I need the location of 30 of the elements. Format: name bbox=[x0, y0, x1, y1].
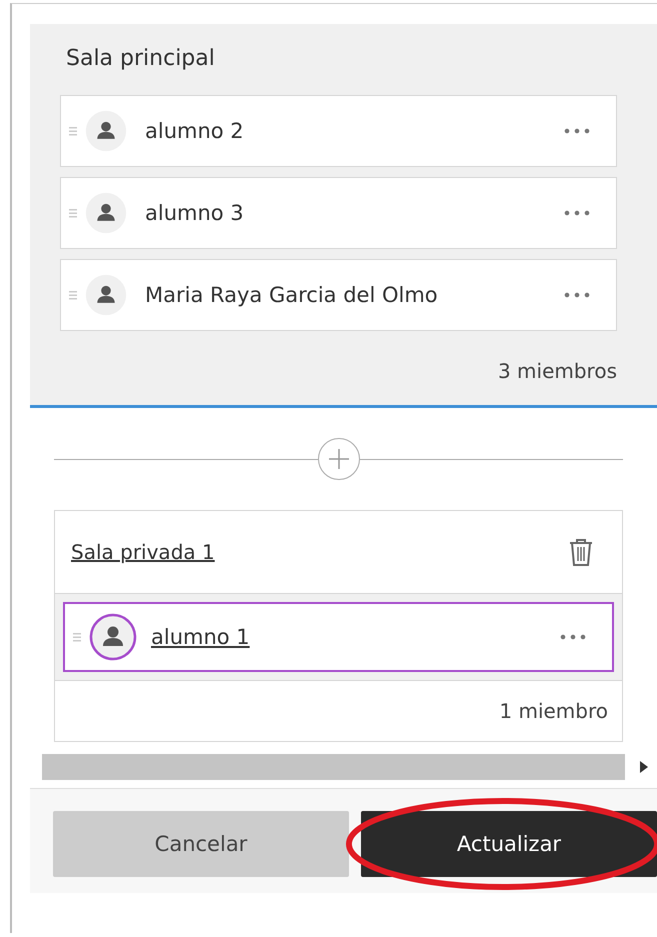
member-name: alumno 3 bbox=[145, 201, 245, 225]
add-room-button[interactable] bbox=[318, 438, 360, 480]
cancel-button[interactable]: Cancelar bbox=[53, 811, 349, 877]
avatar-icon bbox=[85, 274, 127, 316]
drag-handle-icon[interactable] bbox=[69, 208, 77, 218]
member-name: Maria Raya Garcia del Olmo bbox=[145, 283, 439, 307]
more-options-icon[interactable] bbox=[564, 128, 590, 134]
member-count: 3 miembros bbox=[498, 359, 617, 383]
member-row[interactable]: alumno 1 bbox=[63, 602, 614, 672]
avatar-icon bbox=[89, 613, 137, 661]
member-row[interactable]: Maria Raya Garcia del Olmo bbox=[60, 259, 617, 331]
drag-handle-icon[interactable] bbox=[69, 126, 77, 136]
avatar-icon bbox=[85, 110, 127, 152]
more-options-icon[interactable] bbox=[560, 634, 586, 640]
room-title: Sala principal bbox=[66, 46, 216, 71]
avatar-icon bbox=[85, 192, 127, 234]
more-options-icon[interactable] bbox=[564, 292, 590, 298]
member-row[interactable]: alumno 3 bbox=[60, 177, 617, 249]
drag-handle-icon[interactable] bbox=[73, 632, 81, 642]
member-count: 1 miembro bbox=[499, 699, 608, 723]
drag-handle-icon[interactable] bbox=[69, 290, 77, 300]
plus-icon bbox=[328, 448, 350, 470]
more-options-icon[interactable] bbox=[564, 210, 590, 216]
trash-icon[interactable] bbox=[568, 537, 594, 567]
scrollbar-thumb[interactable] bbox=[42, 754, 625, 780]
member-name: alumno 1 bbox=[151, 625, 251, 649]
member-row[interactable]: alumno 2 bbox=[60, 95, 617, 167]
member-name: alumno 2 bbox=[145, 119, 245, 143]
scroll-right-icon[interactable] bbox=[639, 760, 649, 774]
update-button[interactable]: Actualizar bbox=[361, 811, 657, 877]
